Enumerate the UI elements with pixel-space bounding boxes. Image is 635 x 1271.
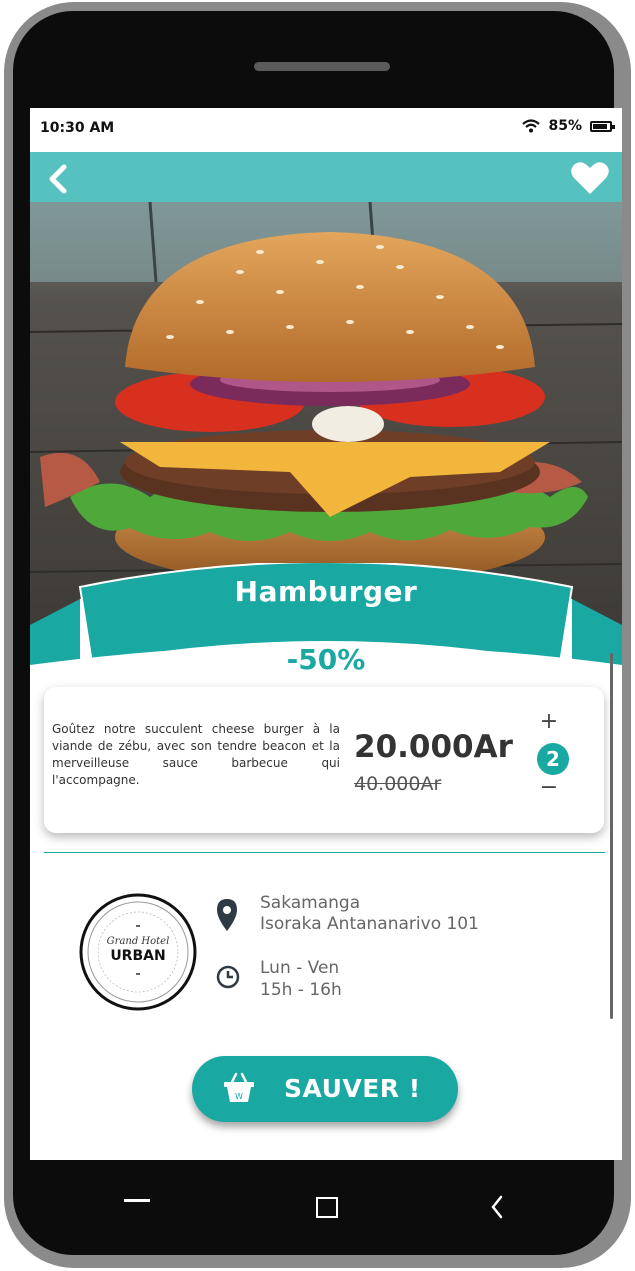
clock-icon (216, 965, 240, 989)
quantity-increase-button[interactable]: + (536, 709, 562, 734)
product-title: Hamburger (234, 575, 418, 608)
home-icon[interactable] (316, 1197, 338, 1218)
back-chevron-icon[interactable] (42, 162, 76, 196)
svg-text:URBAN: URBAN (110, 948, 165, 964)
heart-icon[interactable] (570, 160, 610, 196)
nav-back-icon[interactable] (488, 1194, 506, 1220)
product-details-card: Goûtez notre succulent cheese burger à l… (44, 687, 604, 833)
location-pin-icon (217, 899, 237, 931)
save-button-label: SAUVER ! (284, 1074, 421, 1103)
status-time: 10:30 AM (40, 120, 115, 136)
price-current: 20.000Ar (354, 729, 513, 765)
basket-icon: W (224, 1072, 254, 1102)
wifi-icon (522, 119, 541, 133)
address-line-2: Isoraka Antananarivo 101 (260, 914, 479, 934)
status-bar: 10:30 AM 85% (30, 108, 622, 152)
status-indicators: 85% (522, 118, 615, 134)
battery-icon (590, 120, 615, 132)
quantity-decrease-button[interactable]: − (536, 775, 562, 800)
scrollbar[interactable] (610, 653, 613, 1019)
discount-label: -50% (286, 643, 366, 676)
product-description: Goûtez notre succulent cheese burger à l… (52, 722, 340, 787)
shop-logo: Grand Hotel URBAN (79, 893, 197, 1011)
svg-text:Grand Hotel: Grand Hotel (107, 936, 170, 947)
opening-days: Lun - Ven (260, 958, 340, 978)
address-line-1: Sakamanga (260, 893, 361, 913)
svg-text:W: W (235, 1092, 243, 1101)
battery-percent: 85% (548, 118, 582, 134)
save-button[interactable]: W SAUVER ! (192, 1056, 458, 1122)
section-divider (44, 852, 605, 853)
price-original: 40.000Ar (354, 773, 442, 795)
opening-hours: 15h - 16h (260, 980, 342, 1000)
quantity-badge: 2 (537, 743, 569, 775)
phone-speaker (254, 62, 390, 71)
recent-apps-icon[interactable] (124, 1199, 150, 1202)
app-screen: 10:30 AM 85% Hamburger -50% Goûtez notre… (30, 108, 622, 1160)
header-band (30, 152, 622, 202)
